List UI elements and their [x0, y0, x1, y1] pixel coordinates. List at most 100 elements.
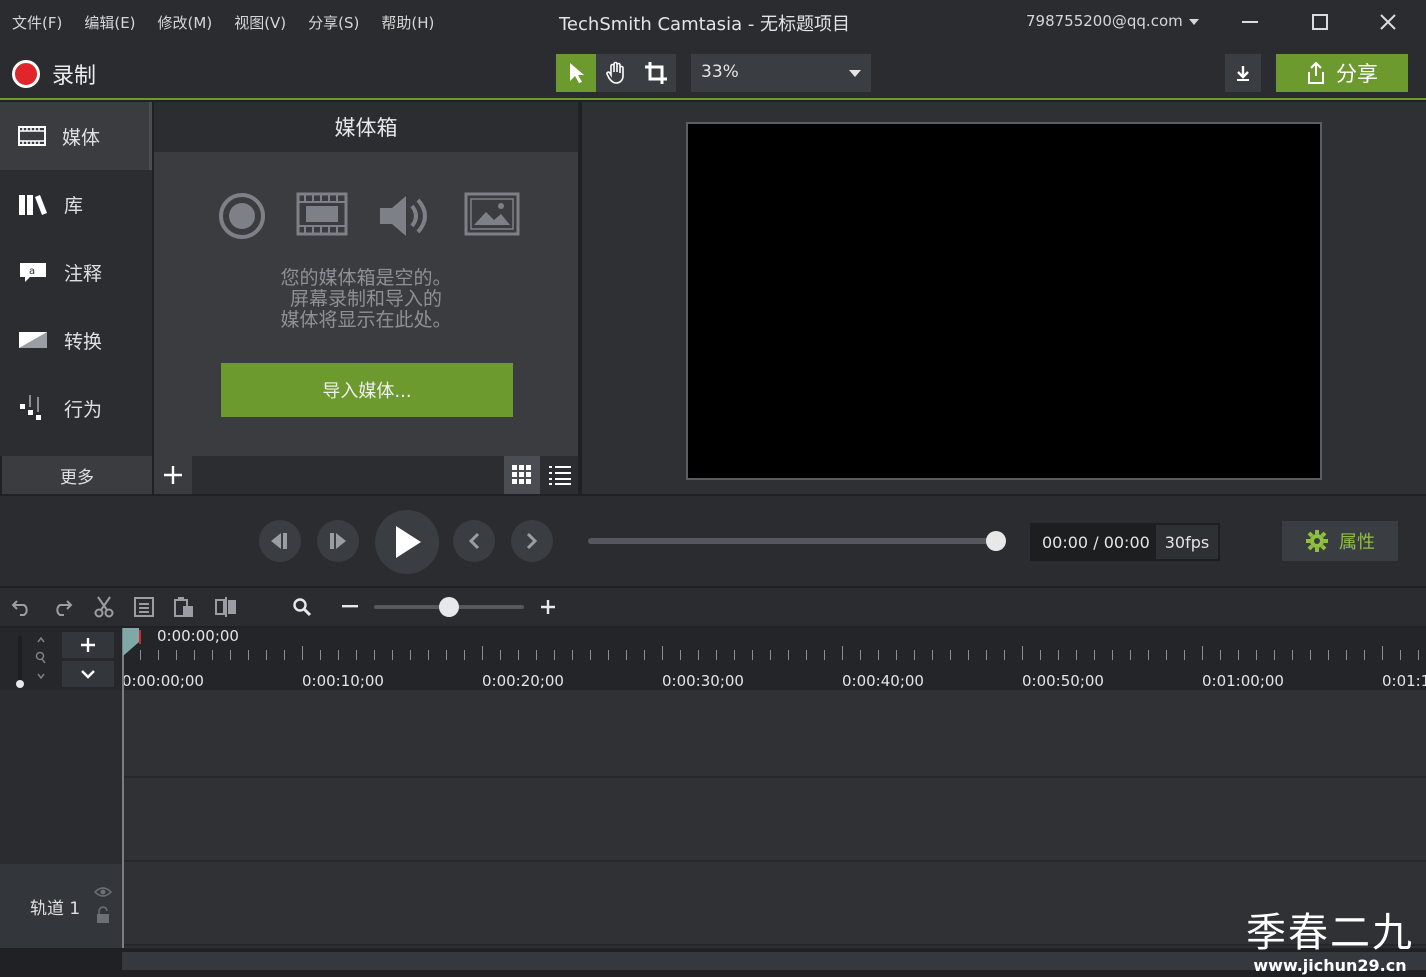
split-button[interactable] [210, 592, 242, 622]
zoom-in-button[interactable] [532, 592, 564, 622]
playhead-handle[interactable] [123, 628, 141, 656]
crop-tool-button[interactable] [636, 54, 676, 92]
track-row[interactable] [122, 694, 1426, 778]
time-readout: 00:00 / 00:00 [1030, 533, 1156, 552]
playback-bar: 00:00 / 00:00 30fps 属性 [0, 496, 1426, 586]
record-icon [12, 60, 40, 88]
ruler-label: 0:00:20;00 [482, 672, 564, 690]
cut-button[interactable] [88, 592, 120, 622]
timeline-horizontal-scrollbar[interactable] [122, 952, 1426, 970]
properties-label: 属性 [1339, 532, 1375, 553]
step-forward-button[interactable] [317, 520, 359, 562]
split-icon [215, 597, 236, 617]
menu-view[interactable]: 视图(V) [234, 12, 286, 33]
next-marker-button[interactable] [511, 520, 553, 562]
eye-icon[interactable] [94, 886, 112, 898]
time-separator: / [1093, 532, 1099, 552]
menu-modify[interactable]: 修改(M) [158, 12, 213, 33]
track-header-column: 轨道 1 [0, 628, 122, 948]
grid-view-button[interactable] [504, 456, 540, 494]
timeline-ruler[interactable]: 0:00:00;00 0:00:10;00 0:00:20;00 0:00:30… [122, 628, 1426, 690]
track-row[interactable] [122, 778, 1426, 862]
scrubber-handle[interactable] [986, 531, 1006, 551]
sidebar-item-label: 媒体 [62, 126, 101, 149]
download-arrow-icon [1237, 66, 1249, 81]
paste-icon [174, 597, 193, 617]
watermark: 季春二九 www.jichun29.cn [1240, 900, 1420, 975]
play-button[interactable] [375, 510, 439, 574]
playhead-line[interactable] [122, 628, 124, 948]
fps-display: 30fps [1156, 525, 1218, 559]
zoom-value: 33% [701, 62, 739, 82]
current-time: 00:00 [1042, 532, 1089, 552]
close-button[interactable] [1368, 8, 1408, 36]
camtasia-window: 文件(F) 编辑(E) 修改(M) 视图(V) 分享(S) 帮助(H) Tech… [0, 0, 1426, 977]
zoom-dropdown[interactable]: 33% [691, 54, 871, 92]
svg-text:a: a [29, 266, 35, 277]
menu-help[interactable]: 帮助(H) [381, 12, 434, 33]
sidebar-item-label: 库 [64, 194, 84, 217]
copy-button[interactable] [128, 592, 160, 622]
zoom-fit-button[interactable] [286, 592, 318, 622]
sidebar-item-annotations[interactable]: a 注释 [0, 238, 152, 306]
paste-button[interactable] [168, 592, 200, 622]
grid-icon [512, 465, 531, 484]
more-button[interactable]: 更多 [2, 456, 152, 494]
previous-marker-button[interactable] [453, 520, 495, 562]
account-menu[interactable]: 798755200@qq.com [1026, 12, 1199, 30]
chevron-down-icon [849, 70, 861, 77]
step-back-button[interactable] [259, 520, 301, 562]
ruler-label: 0:00:10;00 [302, 672, 384, 690]
list-view-button[interactable] [542, 456, 578, 494]
menu-file[interactable]: 文件(F) [12, 12, 62, 33]
pan-tool-button[interactable] [596, 54, 636, 92]
media-type-icons [218, 192, 520, 240]
sidebar-item-media[interactable]: 媒体 [0, 102, 152, 170]
menu-bar: 文件(F) 编辑(E) 修改(M) 视图(V) 分享(S) 帮助(H) [12, 12, 456, 33]
track-height-slider[interactable] [14, 634, 50, 688]
menu-share[interactable]: 分享(S) [308, 12, 359, 33]
share-button[interactable]: 分享 [1276, 54, 1408, 92]
sidebar-item-library[interactable]: 库 [0, 170, 152, 238]
add-media-button[interactable] [154, 456, 192, 494]
timeline-tracks[interactable] [122, 690, 1426, 948]
minimize-button[interactable] [1230, 8, 1270, 36]
add-track-button[interactable] [62, 632, 114, 658]
behavior-icon [20, 395, 41, 420]
redo-button[interactable] [46, 592, 78, 622]
share-label: 分享 [1336, 62, 1378, 86]
lock-icon[interactable] [96, 906, 110, 924]
canvas-area [582, 102, 1426, 494]
play-icon [396, 526, 421, 558]
import-media-button[interactable]: 导入媒体... [221, 363, 513, 417]
sidebar-item-behaviors[interactable]: 行为 [0, 374, 152, 442]
preview-canvas[interactable] [686, 122, 1322, 480]
collapse-tracks-button[interactable] [62, 661, 114, 687]
magnifier-icon [293, 598, 312, 617]
total-time: 00:00 [1103, 532, 1150, 552]
empty-message-line: 您的媒体箱是空的。 [280, 267, 452, 289]
gear-icon [1306, 530, 1328, 552]
media-bin-panel: 媒体箱 您的媒体箱是空的。 屏幕录制和导入的 媒体将显示在此处。 导入媒体... [154, 102, 578, 456]
track-1-header[interactable]: 轨道 1 [0, 864, 122, 948]
list-icon [549, 466, 571, 485]
sidebar-item-label: 注释 [64, 262, 103, 285]
sidebar-item-transitions[interactable]: 转换 [0, 306, 152, 374]
undo-button[interactable] [6, 592, 38, 622]
close-icon [1380, 14, 1396, 30]
share-icon [1308, 62, 1324, 84]
record-button[interactable]: 录制 [12, 58, 96, 90]
menu-edit[interactable]: 编辑(E) [84, 12, 135, 33]
timeline-zoom-handle[interactable] [439, 597, 459, 617]
scrubber-track[interactable] [588, 538, 996, 544]
properties-button[interactable]: 属性 [1282, 521, 1398, 561]
step-back-icon [271, 533, 287, 549]
track-row[interactable] [122, 862, 1426, 946]
chevron-left-icon [468, 532, 480, 550]
ruler-label: 0:01:1 [1382, 672, 1426, 690]
zoom-out-button[interactable] [334, 592, 366, 622]
download-button[interactable] [1225, 54, 1261, 92]
select-tool-button[interactable] [556, 54, 596, 92]
maximize-button[interactable] [1300, 8, 1340, 36]
ruler-label: 0:01:00;00 [1202, 672, 1284, 690]
